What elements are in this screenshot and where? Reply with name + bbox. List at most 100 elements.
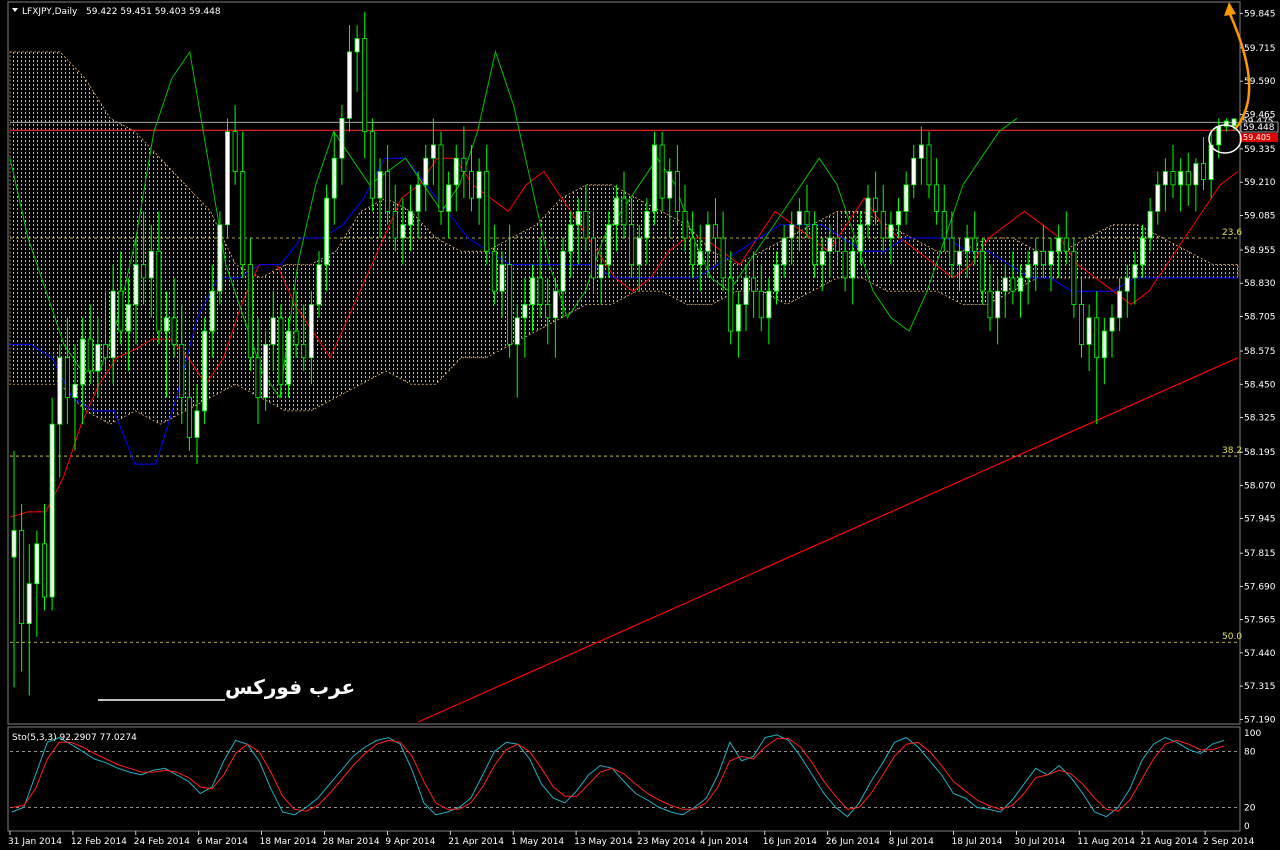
candle-body bbox=[423, 157, 429, 186]
price-tick-label: 57.815 bbox=[1244, 549, 1276, 559]
candle-body bbox=[781, 237, 787, 266]
candle-body bbox=[560, 250, 566, 292]
candle-body bbox=[880, 211, 886, 239]
candle-body bbox=[941, 211, 947, 239]
candle bbox=[659, 131, 665, 212]
candle bbox=[652, 131, 657, 225]
candle-body bbox=[857, 224, 863, 252]
candle-body bbox=[789, 224, 795, 239]
candle bbox=[1162, 158, 1168, 212]
candle bbox=[278, 304, 284, 398]
candle bbox=[446, 171, 452, 239]
candle bbox=[331, 131, 337, 225]
candle-body bbox=[735, 304, 741, 332]
candle-body bbox=[926, 144, 932, 186]
candle-body bbox=[1216, 125, 1222, 146]
candle-body bbox=[987, 290, 993, 319]
candle-body bbox=[339, 117, 345, 159]
time-tick-label: 11 Aug 2014 bbox=[1077, 837, 1135, 847]
candle-body bbox=[293, 330, 299, 345]
candle-body bbox=[453, 157, 459, 186]
candle-body bbox=[377, 171, 383, 199]
candle bbox=[1094, 291, 1100, 425]
stochastic-tick-label: 100 bbox=[1244, 729, 1261, 739]
time-tick-label: 1 May 2014 bbox=[511, 837, 564, 847]
candle-body bbox=[766, 290, 772, 319]
time-tick-label: 24 Feb 2014 bbox=[134, 837, 190, 847]
candle-body bbox=[652, 144, 657, 212]
candle bbox=[1170, 144, 1176, 199]
trendline bbox=[417, 357, 1239, 723]
candle-body bbox=[286, 330, 291, 385]
time-tick-label: 9 Apr 2014 bbox=[385, 837, 435, 847]
candle-body bbox=[812, 224, 818, 266]
candle-body bbox=[1117, 290, 1123, 319]
candle-body bbox=[255, 357, 261, 398]
candle-body bbox=[263, 343, 269, 398]
chart-symbol: LFXJPY,Daily bbox=[22, 7, 78, 17]
candle-body bbox=[850, 250, 856, 279]
candle-body bbox=[835, 237, 840, 252]
candle-body bbox=[819, 250, 825, 266]
candle-body bbox=[324, 197, 330, 266]
candle-body bbox=[530, 277, 535, 305]
candle bbox=[941, 184, 947, 252]
candle bbox=[1193, 158, 1199, 212]
price-tick-label: 59.715 bbox=[1244, 44, 1276, 54]
price-tick-label: 58.070 bbox=[1244, 481, 1276, 491]
candle bbox=[1033, 238, 1039, 292]
candle-body bbox=[103, 343, 108, 359]
candle-body bbox=[621, 197, 627, 226]
candle-body bbox=[774, 264, 779, 292]
price-tick-label: 59.845 bbox=[1244, 9, 1276, 19]
candle-body bbox=[240, 171, 246, 266]
candle-body bbox=[1079, 304, 1084, 345]
candle bbox=[362, 11, 368, 159]
candle-body bbox=[896, 211, 901, 226]
candle-body bbox=[743, 277, 749, 305]
price-tick-label: 58.705 bbox=[1244, 312, 1276, 322]
candle-body bbox=[1002, 277, 1008, 292]
candle-body bbox=[385, 171, 391, 212]
candle-body bbox=[476, 171, 482, 199]
price-tick-label: 59.085 bbox=[1244, 211, 1276, 221]
candle-body bbox=[400, 224, 406, 239]
price-tick-label: 58.575 bbox=[1244, 347, 1276, 357]
chart-window: 23.6 38.2 50.0 59.845 59.715 59.590 59.465 59.… bbox=[0, 0, 1280, 850]
stochastic-label: Sto(5,3,3) 92.2907 77.0274 bbox=[12, 733, 137, 743]
candle-body bbox=[133, 264, 139, 305]
candle-body bbox=[507, 264, 513, 345]
candle-body bbox=[591, 237, 596, 279]
candle-body bbox=[606, 224, 612, 266]
candle bbox=[202, 317, 208, 425]
stochastic-tick-label: 0 bbox=[1244, 822, 1250, 832]
candle-body bbox=[957, 250, 962, 266]
candle-body bbox=[865, 197, 871, 226]
candle-body bbox=[209, 290, 215, 332]
time-tick-label: 21 Apr 2014 bbox=[448, 837, 504, 847]
candle-body bbox=[522, 304, 528, 319]
candle bbox=[423, 144, 429, 212]
candle-body bbox=[1086, 317, 1092, 345]
candle bbox=[240, 131, 246, 278]
candle-body bbox=[461, 157, 467, 172]
candle-body bbox=[225, 131, 230, 226]
candle-body bbox=[232, 131, 238, 172]
candle-body bbox=[552, 290, 558, 319]
candle bbox=[232, 105, 238, 185]
candle-body bbox=[26, 583, 32, 625]
candle-body bbox=[613, 197, 619, 226]
candle-body bbox=[64, 357, 70, 398]
candle-body bbox=[110, 290, 116, 359]
candle-body bbox=[827, 237, 833, 252]
candle-body bbox=[125, 304, 131, 332]
time-tick-label: 26 Jun 2014 bbox=[826, 837, 880, 847]
time-tick-label: 8 Jul 2014 bbox=[889, 837, 934, 847]
time-tick-label: 13 May 2014 bbox=[574, 837, 633, 847]
candle bbox=[514, 304, 520, 398]
candle-body bbox=[331, 157, 337, 199]
dropdown-triangle-icon[interactable] bbox=[12, 8, 18, 12]
candle-body bbox=[164, 317, 169, 332]
candle bbox=[57, 344, 63, 478]
candle-body bbox=[469, 171, 474, 199]
